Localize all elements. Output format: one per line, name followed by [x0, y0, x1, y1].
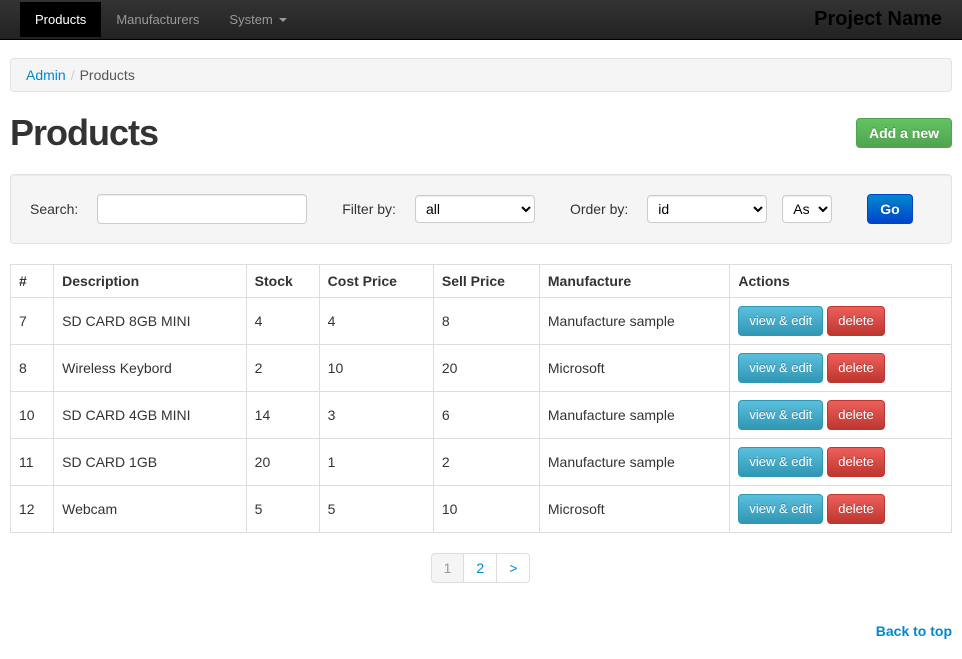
nav-item-products[interactable]: Products — [20, 2, 101, 37]
page->[interactable]: > — [496, 553, 530, 583]
table-row: 7SD CARD 8GB MINI448Manufacture samplevi… — [11, 298, 952, 345]
view-edit-button[interactable]: view & edit — [738, 494, 823, 524]
cell-sell: 20 — [433, 345, 539, 392]
brand-label: Project Name — [814, 8, 942, 31]
search-label: Search: — [30, 201, 78, 217]
add-new-button[interactable]: Add a new — [856, 118, 952, 148]
cell-description: Wireless Keybord — [54, 345, 247, 392]
cell-description: Webcam — [54, 486, 247, 533]
navbar: ProductsManufacturersSystem Project Name — [0, 0, 962, 40]
table-row: 12Webcam5510Microsoftview & editdelete — [11, 486, 952, 533]
page-title: Products — [10, 112, 158, 154]
column-header: Stock — [246, 265, 319, 298]
cell-sell: 10 — [433, 486, 539, 533]
table-row: 8Wireless Keybord21020Microsoftview & ed… — [11, 345, 952, 392]
nav-item-manufacturers[interactable]: Manufacturers — [101, 2, 214, 37]
delete-button[interactable]: delete — [827, 353, 884, 383]
view-edit-button[interactable]: view & edit — [738, 306, 823, 336]
cell-manufacture: Manufacture sample — [539, 439, 730, 486]
cell-manufacture: Microsoft — [539, 486, 730, 533]
cell-id: 8 — [11, 345, 54, 392]
direction-select[interactable]: Asc — [782, 195, 832, 223]
cell-manufacture: Manufacture sample — [539, 392, 730, 439]
view-edit-button[interactable]: view & edit — [738, 447, 823, 477]
table-row: 11SD CARD 1GB2012Manufacture sampleview … — [11, 439, 952, 486]
cell-stock: 14 — [246, 392, 319, 439]
cell-description: SD CARD 1GB — [54, 439, 247, 486]
cell-actions: view & editdelete — [730, 439, 952, 486]
cell-sell: 2 — [433, 439, 539, 486]
cell-cost: 3 — [319, 392, 433, 439]
cell-manufacture: Manufacture sample — [539, 298, 730, 345]
cell-actions: view & editdelete — [730, 392, 952, 439]
products-table: #DescriptionStockCost PriceSell PriceMan… — [10, 264, 952, 533]
delete-button[interactable]: delete — [827, 447, 884, 477]
breadcrumb-products: Products — [80, 67, 135, 83]
cell-actions: view & editdelete — [730, 298, 952, 345]
pagination: 12> — [10, 553, 952, 583]
cell-actions: view & editdelete — [730, 345, 952, 392]
cell-description: SD CARD 4GB MINI — [54, 392, 247, 439]
chevron-down-icon — [279, 18, 287, 22]
cell-stock: 5 — [246, 486, 319, 533]
breadcrumb-divider: / — [66, 67, 80, 83]
column-header: Sell Price — [433, 265, 539, 298]
column-header: Cost Price — [319, 265, 433, 298]
cell-id: 7 — [11, 298, 54, 345]
column-header: Manufacture — [539, 265, 730, 298]
column-header: Description — [54, 265, 247, 298]
column-header: # — [11, 265, 54, 298]
delete-button[interactable]: delete — [827, 400, 884, 430]
table-row: 10SD CARD 4GB MINI1436Manufacture sample… — [11, 392, 952, 439]
cell-sell: 8 — [433, 298, 539, 345]
cell-cost: 5 — [319, 486, 433, 533]
page-2[interactable]: 2 — [463, 553, 497, 583]
nav-item-system[interactable]: System — [214, 2, 301, 37]
cell-manufacture: Microsoft — [539, 345, 730, 392]
order-label: Order by: — [570, 201, 628, 217]
breadcrumb-admin[interactable]: Admin — [26, 67, 66, 83]
cell-cost: 1 — [319, 439, 433, 486]
cell-id: 12 — [11, 486, 54, 533]
back-to-top-link[interactable]: Back to top — [876, 623, 952, 639]
delete-button[interactable]: delete — [827, 494, 884, 524]
cell-actions: view & editdelete — [730, 486, 952, 533]
cell-cost: 10 — [319, 345, 433, 392]
cell-stock: 20 — [246, 439, 319, 486]
page-1: 1 — [431, 553, 465, 583]
cell-id: 10 — [11, 392, 54, 439]
cell-cost: 4 — [319, 298, 433, 345]
filter-label: Filter by: — [342, 201, 396, 217]
go-button[interactable]: Go — [867, 194, 912, 224]
search-input[interactable] — [97, 194, 307, 224]
cell-stock: 2 — [246, 345, 319, 392]
filter-bar: Search: Filter by: all Order by: id Asc … — [10, 174, 952, 244]
cell-sell: 6 — [433, 392, 539, 439]
view-edit-button[interactable]: view & edit — [738, 400, 823, 430]
column-header: Actions — [730, 265, 952, 298]
breadcrumb: Admin/Products — [10, 58, 952, 92]
filter-select[interactable]: all — [415, 195, 535, 223]
order-select[interactable]: id — [647, 195, 767, 223]
view-edit-button[interactable]: view & edit — [738, 353, 823, 383]
cell-description: SD CARD 8GB MINI — [54, 298, 247, 345]
cell-id: 11 — [11, 439, 54, 486]
delete-button[interactable]: delete — [827, 306, 884, 336]
cell-stock: 4 — [246, 298, 319, 345]
